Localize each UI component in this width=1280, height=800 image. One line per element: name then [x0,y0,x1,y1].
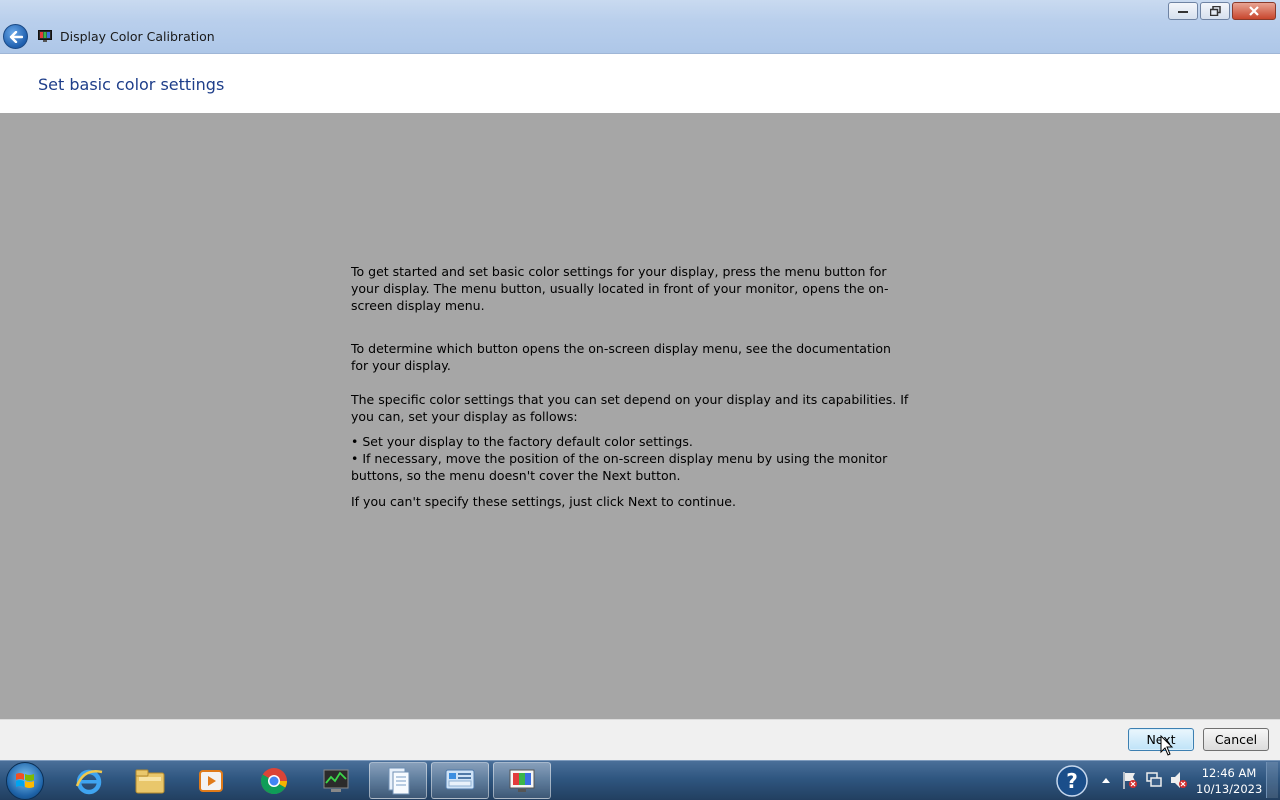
display-calibration-icon [509,769,535,792]
back-arrow-icon [9,30,23,43]
chrome-icon [260,767,288,794]
bullet-factory-default: • Set your display to the factory defaul… [351,434,693,449]
window-titlebar [0,0,1280,54]
taskbar-control-panel[interactable] [431,762,489,799]
taskbar-internet-explorer[interactable] [60,762,118,799]
tray-network[interactable] [1145,760,1163,800]
paragraph-settings: The specific color settings that you can… [351,392,909,424]
minimize-icon [1178,11,1188,13]
help-icon: ? [1056,765,1088,797]
clock-date: 10/13/2023 [1196,782,1263,796]
internet-explorer-icon [75,769,103,794]
page-heading: Set basic color settings [38,75,225,94]
paragraph-intro: To get started and set basic color setti… [351,264,889,313]
taskbar-chrome[interactable] [245,762,303,799]
windows-logo-icon [16,773,34,788]
restore-button[interactable] [1200,2,1230,20]
clock-time: 12:46 AM [1201,766,1257,780]
restore-icon [1209,6,1221,16]
show-desktop-button[interactable] [1266,762,1278,798]
taskbar-task-manager[interactable] [307,762,365,799]
minimize-button[interactable] [1168,2,1198,20]
cancel-button[interactable]: Cancel [1203,728,1269,751]
footer-band [0,719,1280,760]
paragraph-continue: If you can't specify these settings, jus… [351,494,736,509]
caption-buttons [1168,2,1276,20]
media-player-icon [199,769,223,792]
volume-muted-icon [1171,772,1187,788]
tray-volume[interactable] [1169,760,1189,800]
back-button[interactable] [3,24,28,49]
svg-text:?: ? [1066,769,1078,793]
bullet-move-menu: • If necessary, move the position of the… [351,451,888,483]
mouse-cursor-icon [1160,735,1174,756]
file-explorer-icon [135,769,165,793]
window-title: Display Color Calibration [60,29,215,44]
taskbar-media-player[interactable] [182,762,240,799]
taskbar-clock[interactable]: 12:46 AM 10/13/2023 [1196,765,1262,797]
tray-help[interactable]: ? [1056,760,1088,800]
taskbar-document[interactable] [369,762,427,799]
chevron-up-icon [1102,778,1110,783]
display-calibration-app-icon [38,30,52,42]
action-center-flag-icon [1123,772,1137,789]
close-icon [1249,6,1259,16]
close-button[interactable] [1232,2,1276,20]
network-icon [1146,772,1162,787]
tray-action-center[interactable] [1121,760,1139,800]
document-icon [388,767,410,794]
start-button[interactable] [6,762,44,800]
task-manager-icon [323,769,349,792]
control-panel-icon [445,769,475,789]
taskbar-file-explorer[interactable] [121,762,179,799]
taskbar-display-calibration[interactable] [493,762,551,799]
paragraph-documentation: To determine which button opens the on-s… [351,341,891,373]
tray-show-hidden[interactable] [1100,760,1112,800]
